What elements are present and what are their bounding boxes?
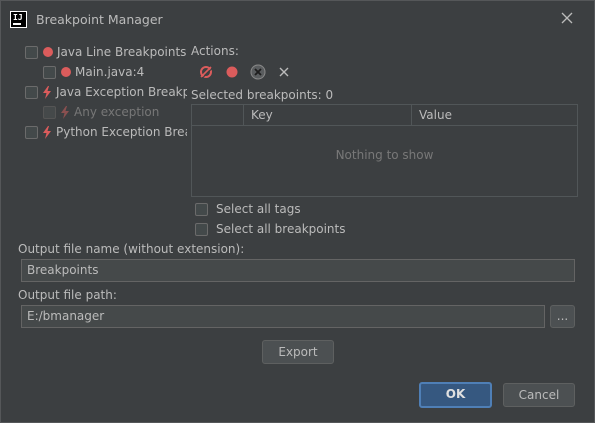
- close-icon: [561, 12, 573, 24]
- mute-breakpoints-button[interactable]: [197, 63, 215, 81]
- checkbox[interactable]: [195, 222, 208, 236]
- checkbox[interactable]: [25, 85, 38, 99]
- breakpoint-manager-dialog: IJ Breakpoint Manager Java Line Breakpoi…: [0, 0, 595, 423]
- actions-label: Actions:: [191, 44, 239, 58]
- output-file-path-label: Output file path:: [18, 288, 117, 302]
- title-bar: IJ Breakpoint Manager: [1, 1, 594, 39]
- actions-toolbar: [197, 63, 301, 81]
- breakpoint-properties-table[interactable]: Key Value Nothing to show: [191, 104, 578, 197]
- tree-item-label: Java Exception Breakpoi: [56, 85, 187, 99]
- window-title: Breakpoint Manager: [36, 12, 163, 27]
- close-icon: [279, 67, 289, 77]
- checkbox[interactable]: [195, 202, 208, 216]
- red-circle-icon: [43, 47, 53, 57]
- output-file-path-field[interactable]: E:/bmanager: [21, 305, 545, 328]
- select-all-breakpoints-checkbox[interactable]: Select all breakpoints: [195, 222, 346, 236]
- breakpoint-tree: Java Line Breakpoints Main.java:4 Java E…: [23, 41, 187, 151]
- browse-button[interactable]: ...: [550, 305, 575, 328]
- ok-button[interactable]: OK: [419, 382, 492, 408]
- empty-table-message: Nothing to show: [335, 148, 434, 162]
- red-circle-icon: [61, 67, 71, 77]
- intellij-icon: IJ: [10, 11, 27, 28]
- cancel-button[interactable]: Cancel: [503, 383, 575, 407]
- mute-breakpoints-icon: [200, 66, 213, 79]
- remove-breakpoint-button[interactable]: [249, 63, 267, 81]
- tree-item-label: Python Exception Breakp: [56, 125, 187, 139]
- close-window-button[interactable]: [556, 8, 578, 30]
- checkbox[interactable]: [25, 125, 38, 139]
- output-file-name-field[interactable]: Breakpoints: [21, 259, 575, 282]
- checkbox[interactable]: [25, 45, 38, 59]
- output-file-name-label: Output file name (without extension):: [18, 242, 245, 256]
- remove-circle-icon: [250, 64, 266, 80]
- add-breakpoint-button[interactable]: [223, 63, 241, 81]
- tree-item-main-java-4[interactable]: Main.java:4: [43, 62, 144, 82]
- column-header-value[interactable]: Value: [411, 105, 577, 125]
- tree-item-java-line-breakpoints[interactable]: Java Line Breakpoints: [25, 42, 186, 62]
- column-header-key[interactable]: Key: [243, 105, 411, 125]
- breakpoint-icon: [226, 66, 238, 78]
- close-action-button[interactable]: [275, 63, 293, 81]
- selected-breakpoints-label: Selected breakpoints: 0: [191, 88, 334, 102]
- tree-item-label: Any exception: [74, 105, 160, 119]
- checkbox-label: Select all breakpoints: [216, 222, 346, 236]
- lightning-icon: [43, 125, 51, 139]
- select-all-tags-checkbox[interactable]: Select all tags: [195, 202, 301, 216]
- tree-item-any-exception[interactable]: Any exception: [43, 102, 159, 122]
- table-header-blank: [192, 105, 243, 125]
- tree-item-label: Java Line Breakpoints: [57, 45, 187, 59]
- export-button[interactable]: Export: [262, 340, 334, 364]
- tree-item-python-exception-breakpoints[interactable]: Python Exception Breakp: [25, 122, 187, 142]
- lightning-icon: [61, 105, 69, 119]
- lightning-icon: [43, 85, 51, 99]
- tree-item-java-exception-breakpoints[interactable]: Java Exception Breakpoi: [25, 82, 187, 102]
- table-header: Key Value: [192, 105, 577, 126]
- tree-item-label: Main.java:4: [75, 65, 145, 79]
- checkbox-label: Select all tags: [216, 202, 301, 216]
- checkbox[interactable]: [43, 105, 56, 119]
- checkbox[interactable]: [43, 65, 56, 79]
